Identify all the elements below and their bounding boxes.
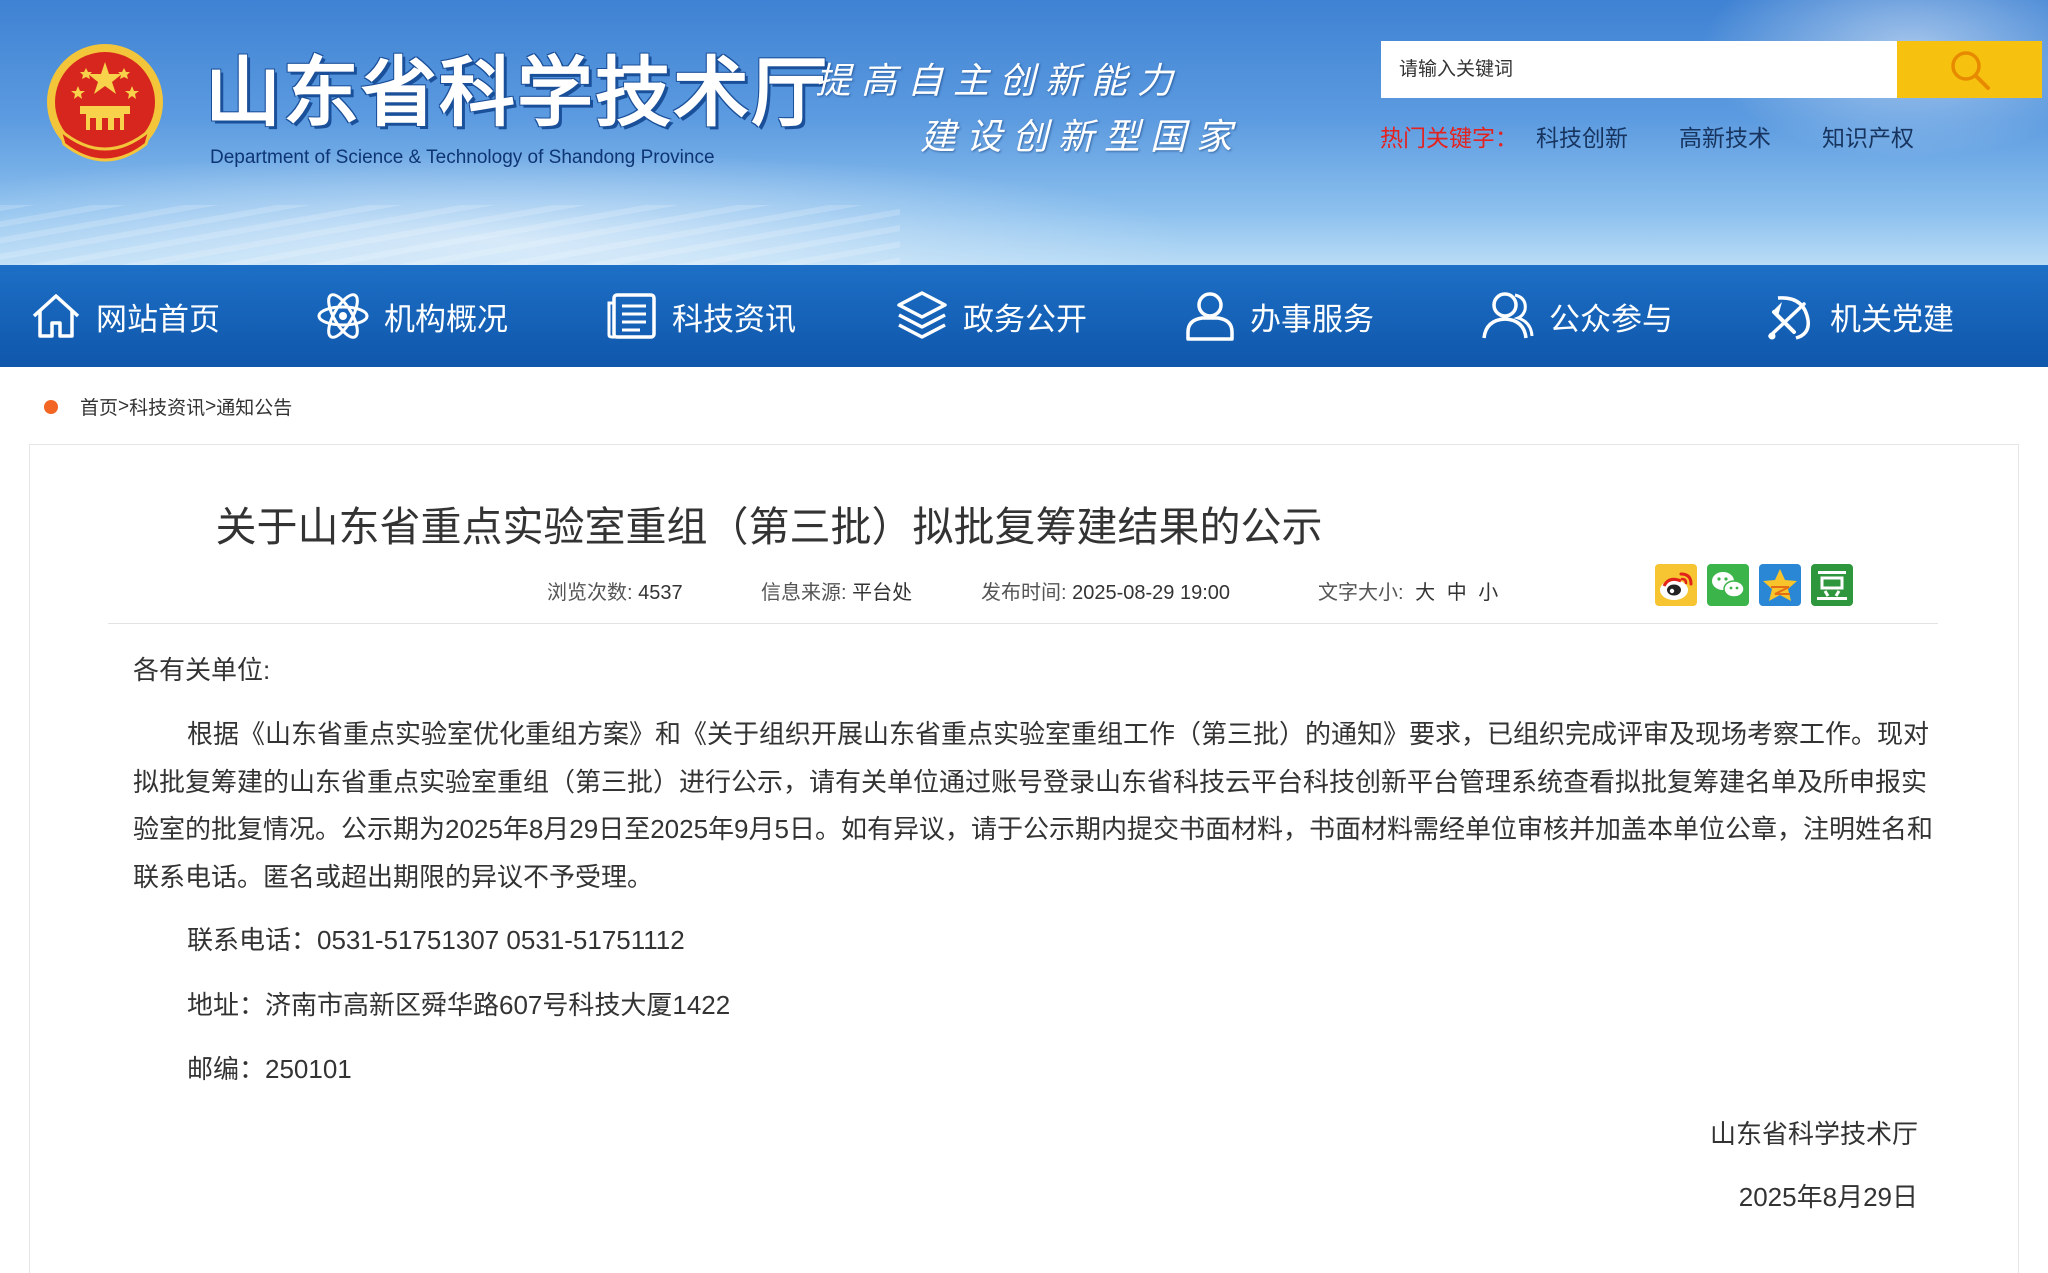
address: 地址：济南市高新区舜华路607号科技大厦1422	[187, 990, 731, 1020]
font-size-large-button[interactable]: 大	[1415, 582, 1435, 604]
meta-date-value: 2025-08-29 19:00	[1072, 582, 1231, 604]
meta-views: 浏览次数: 4537	[547, 576, 683, 605]
hot-keyword-link[interactable]: 高新技术	[1679, 119, 1771, 153]
douban-icon[interactable]	[1811, 564, 1853, 606]
contact-phone: 联系电话：0531-51751307 0531-51751112	[187, 925, 685, 955]
weibo-icon[interactable]	[1655, 564, 1697, 606]
hot-keyword-link[interactable]: 知识产权	[1822, 119, 1914, 153]
site-subtitle: Department of Science & Technology of Sh…	[210, 147, 715, 168]
breadcrumb: 首页 > 科技资讯 > 通知公告	[44, 393, 292, 420]
meta-source-value: 平台处	[852, 582, 913, 604]
postcode: 邮编：250101	[187, 1054, 352, 1084]
users-icon	[1482, 292, 1534, 339]
breadcrumb-link-home[interactable]: 首页	[80, 393, 118, 420]
nav-item-services[interactable]: 办事服务	[1184, 265, 1374, 367]
meta-font-size-label: 文字大小:	[1318, 582, 1404, 604]
article-panel: 关于山东省重点实验室重组（第三批）拟批复筹建结果的公示 浏览次数: 4537 信…	[29, 444, 2019, 1273]
search-button[interactable]	[1897, 41, 2042, 98]
news-icon	[607, 293, 656, 339]
font-size-medium-button[interactable]: 中	[1447, 582, 1467, 604]
hot-keyword-link[interactable]: 科技创新	[1536, 119, 1628, 153]
atom-icon	[317, 293, 369, 339]
nav-item-label: 政务公开	[963, 301, 1087, 337]
sign-date: 2025年8月29日	[1738, 1182, 1918, 1212]
layers-icon	[897, 291, 947, 339]
home-icon	[32, 294, 80, 338]
article-paragraph: 根据《山东省重点实验室优化重组方案》和《关于组织开展山东省重点实验室重组工作（第…	[133, 719, 1933, 892]
search-input[interactable]	[1381, 41, 1897, 98]
breadcrumb-link-news[interactable]: 科技资讯	[129, 393, 205, 420]
breadcrumb-separator: >	[118, 395, 130, 417]
meta-views-value: 4537	[638, 582, 683, 604]
breadcrumb-separator: >	[205, 395, 217, 417]
hot-keywords: 热门关键字： 科技创新 高新技术 知识产权	[1380, 119, 1965, 153]
nav-item-label: 公众参与	[1549, 301, 1673, 337]
breadcrumb-bullet-icon	[44, 399, 58, 414]
nav-item-news[interactable]: 科技资讯	[606, 265, 796, 367]
hot-keywords-label: 热门关键字：	[1380, 125, 1518, 151]
nav-item-label: 科技资讯	[672, 301, 796, 337]
meta-source: 信息来源: 平台处	[761, 576, 912, 605]
meta-font-size: 文字大小: 大 中 小	[1318, 576, 1498, 605]
slogan-line-1: 提高自主创新能力	[815, 61, 1184, 102]
meta-source-label: 信息来源:	[761, 582, 847, 604]
nav-item-label: 机构概况	[384, 301, 508, 337]
nav-item-party-building[interactable]: 机关党建	[1764, 265, 1954, 367]
breadcrumb-link-notices[interactable]: 通知公告	[216, 393, 292, 420]
nav-item-label: 机关党建	[1830, 301, 1954, 337]
national-emblem-icon	[47, 44, 163, 162]
font-size-small-button[interactable]: 小	[1478, 582, 1498, 604]
search-icon	[1950, 50, 1990, 90]
nav-item-home[interactable]: 网站首页	[30, 265, 220, 367]
wechat-icon[interactable]	[1707, 564, 1749, 606]
meta-date: 发布时间: 2025-08-29 19:00	[981, 576, 1230, 605]
nav-item-label: 网站首页	[96, 301, 220, 337]
main-nav: 网站首页 机构概况 科技资讯 政务公开 办事服务 公众参与 机关党建	[0, 265, 2048, 367]
slogan-line-2: 建设创新型国家	[920, 117, 1243, 158]
meta-views-label: 浏览次数:	[547, 582, 633, 604]
site-title: 山东省科学技术厅	[205, 48, 829, 137]
user-icon	[1186, 292, 1234, 341]
header-banner: 山东省科学技术厅 Department of Science & Technol…	[0, 0, 2048, 265]
nav-item-label: 办事服务	[1250, 301, 1374, 337]
signature: 山东省科学技术厅	[1709, 1119, 1918, 1149]
qzone-icon[interactable]	[1759, 564, 1801, 606]
nav-item-gov-affairs[interactable]: 政务公开	[895, 265, 1087, 367]
nav-item-about[interactable]: 机构概况	[316, 265, 508, 367]
nav-item-participation[interactable]: 公众参与	[1481, 265, 1673, 367]
salutation: 各有关单位:	[133, 655, 271, 685]
article-title: 关于山东省重点实验室重组（第三批）拟批复筹建结果的公示	[215, 504, 1323, 550]
party-emblem-icon	[1768, 296, 1810, 340]
title-divider	[108, 623, 1938, 624]
banner-stripes	[0, 205, 900, 265]
meta-date-label: 发布时间:	[981, 582, 1067, 604]
